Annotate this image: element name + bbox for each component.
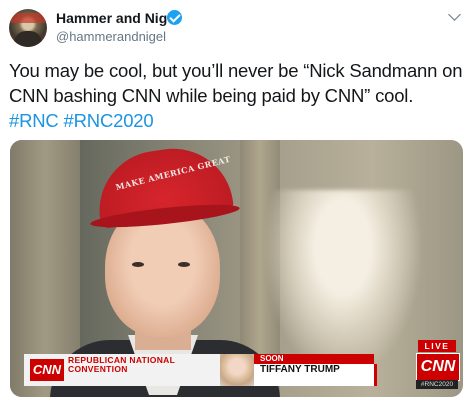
tweet-media-video[interactable]: MAKE AMERICA GREAT CNN REPUBLICAN NATION… — [10, 140, 463, 397]
display-name[interactable]: Hammer and Nigel — [56, 10, 179, 26]
hashtag-rnc[interactable]: #RNC — [9, 110, 59, 131]
avatar[interactable] — [9, 9, 47, 47]
verified-badge-icon — [167, 10, 182, 25]
eye — [178, 262, 190, 267]
eye — [132, 262, 144, 267]
tweet-card: Hammer and Nigel @hammerandnigel You may… — [0, 0, 473, 407]
hashtag-rnc2020[interactable]: #RNC2020 — [64, 110, 154, 131]
cnn-corner-logo: CNN — [416, 353, 460, 381]
avatar-figure — [14, 31, 42, 47]
background-statue — [263, 190, 423, 380]
event-label: REPUBLICAN NATIONAL CONVENTION — [68, 355, 175, 374]
tweet-body: You may be cool, but you’ll never be “Ni… — [9, 60, 463, 106]
user-handle[interactable]: @hammerandnigel — [56, 29, 166, 44]
chevron-down-icon[interactable] — [448, 8, 461, 21]
avatar-banner — [11, 13, 45, 23]
soon-label: SOON — [260, 354, 284, 363]
live-badge: LIVE — [418, 340, 456, 352]
speaker-thumbnail — [220, 354, 254, 386]
rnc-corner-tag: #RNC2020 — [416, 380, 458, 389]
tweet-text: You may be cool, but you’ll never be “Ni… — [9, 58, 464, 133]
speaker-name: TIFFANY TRUMP — [260, 364, 340, 375]
cnn-logo: CNN — [30, 359, 64, 381]
